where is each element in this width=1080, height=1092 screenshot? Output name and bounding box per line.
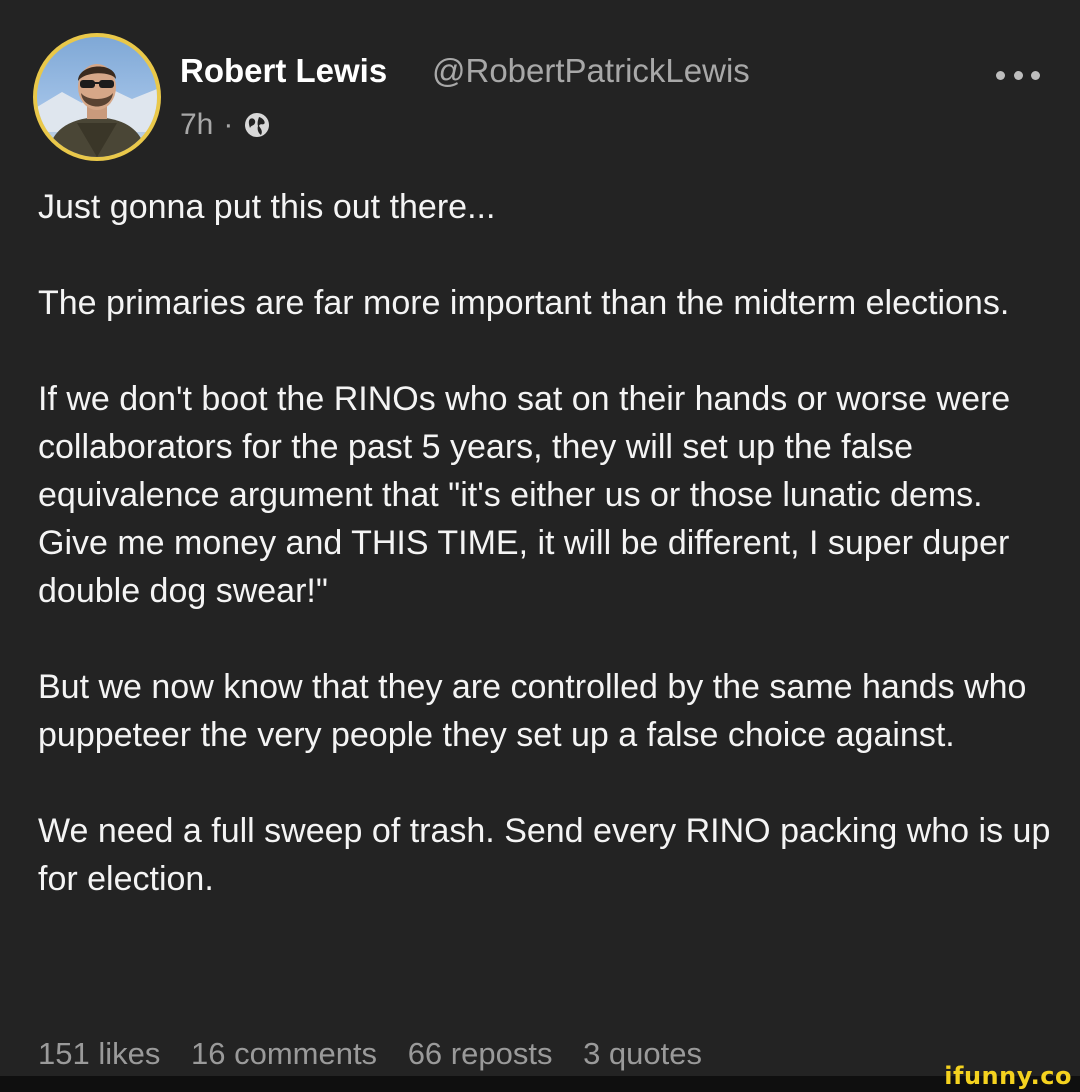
post-time[interactable]: 7h: [180, 108, 213, 142]
post-paragraph: We need a full sweep of trash. Send ever…: [38, 812, 1051, 898]
author-name[interactable]: Robert Lewis: [180, 52, 387, 90]
author-handle[interactable]: @RobertPatrickLewis: [432, 52, 750, 90]
likes-count[interactable]: 151 likes: [38, 1036, 160, 1071]
meta-separator: ·: [223, 108, 234, 141]
post-paragraph: The primaries are far more important tha…: [38, 284, 1010, 322]
more-dot: [1013, 70, 1023, 80]
more-dot: [996, 70, 1005, 80]
avatar-photo: [37, 64, 157, 157]
post-paragraph: But we now know that they are controlled…: [38, 668, 1027, 754]
avatar[interactable]: [33, 33, 161, 161]
reposts-count[interactable]: 66 reposts: [408, 1036, 553, 1071]
more-dots-icon[interactable]: [996, 60, 1040, 90]
quotes-count[interactable]: 3 quotes: [583, 1036, 702, 1071]
post-paragraph: Just gonna put this out there...: [38, 188, 496, 226]
post-body: Just gonna put this out there... The pri…: [38, 183, 1058, 951]
more-dot: [1031, 70, 1040, 80]
ifunny-watermark: ifunny.co: [944, 1062, 1072, 1090]
post-paragraph: If we don't boot the RINOs who sat on th…: [38, 380, 1011, 610]
post-stats: 151 likes 16 comments 66 reposts 3 quote…: [38, 1036, 724, 1072]
footer-bar: [0, 1076, 1080, 1092]
post-card: Robert Lewis @RobertPatrickLewis 7h · Ju…: [0, 0, 1080, 1092]
comments-count[interactable]: 16 comments: [191, 1036, 377, 1071]
post-meta: 7h ·: [180, 108, 271, 142]
globe-icon: [243, 111, 271, 139]
